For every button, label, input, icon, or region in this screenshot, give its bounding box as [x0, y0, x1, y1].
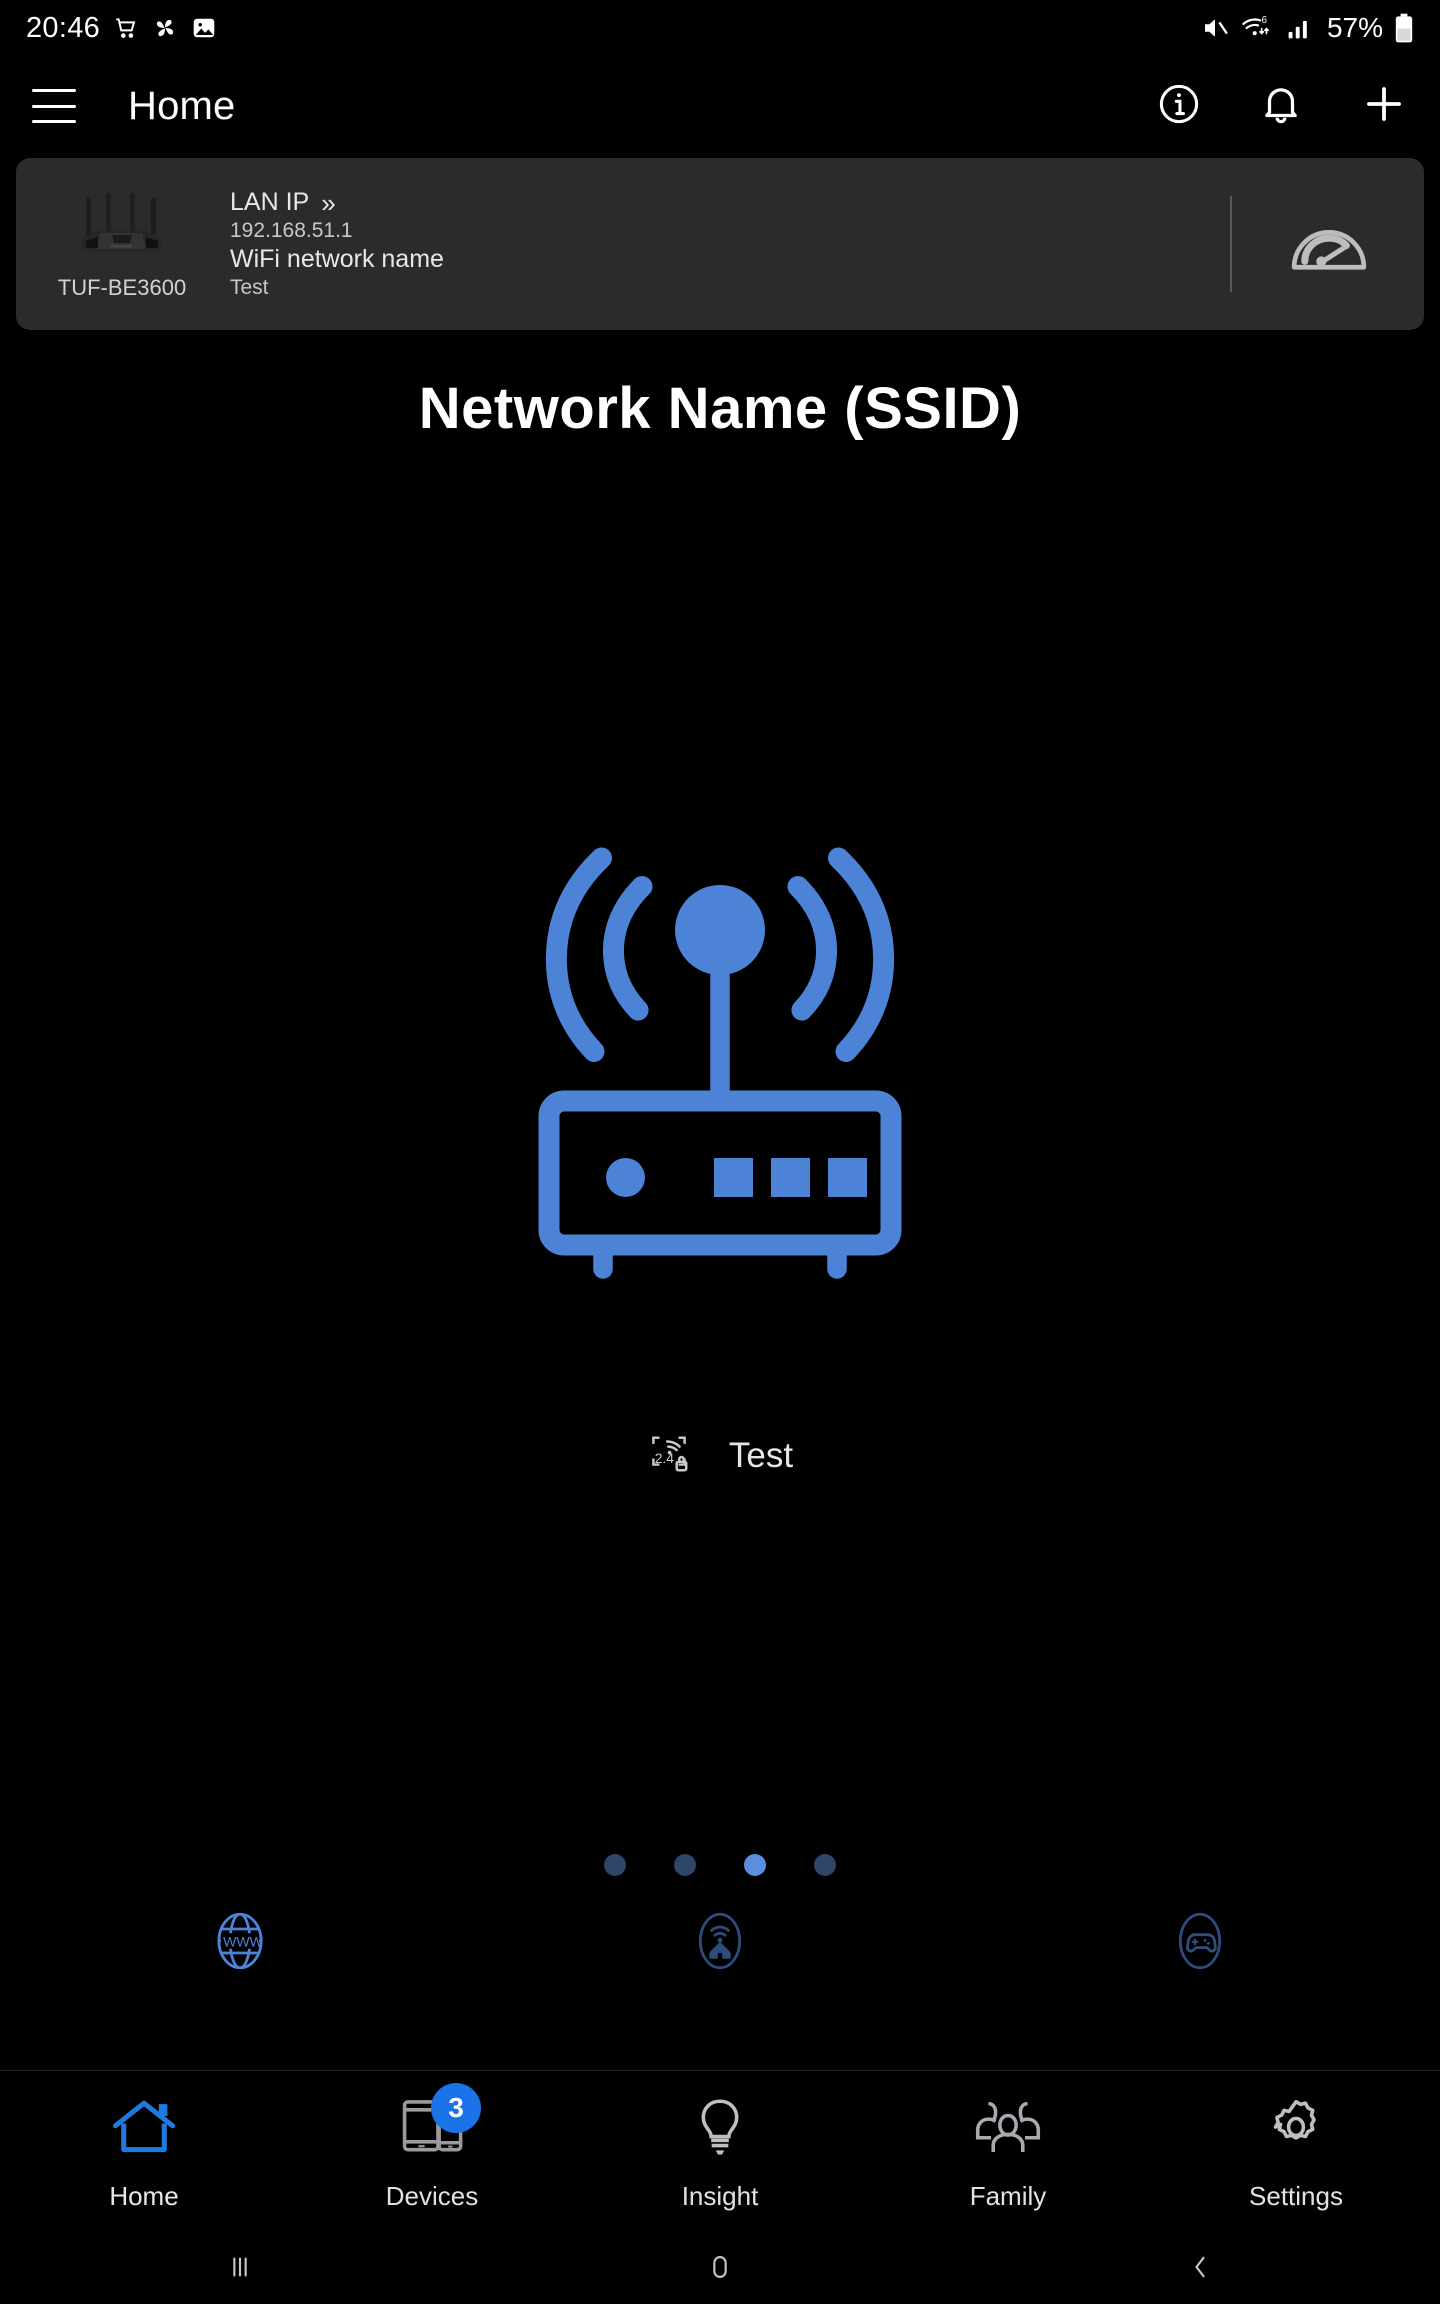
page-dot[interactable]: [814, 1854, 836, 1876]
shortcut-row: WWW: [0, 1910, 1440, 1972]
home-icon: [101, 2089, 187, 2165]
devices-badge: 3: [431, 2083, 481, 2133]
ssid-name-label: Test: [728, 1435, 794, 1475]
hamburger-menu-icon[interactable]: [32, 89, 76, 123]
nav-item-home[interactable]: Home: [0, 2089, 288, 2212]
lan-ip-label: LAN IP: [230, 188, 310, 216]
app-bar-actions: [1156, 80, 1408, 133]
router-thumbnail: TUF-BE3600: [32, 187, 212, 301]
nav-label-settings: Settings: [1249, 2181, 1343, 2211]
wifi-network-name-value: Test: [230, 276, 269, 299]
speedometer-icon[interactable]: [1286, 213, 1372, 275]
status-bar-right: 6 57%: [1200, 12, 1414, 44]
wifi-6-icon: 6: [1241, 13, 1275, 43]
photo-icon: [191, 15, 217, 41]
nav-item-settings[interactable]: Settings: [1152, 2089, 1440, 2212]
band-badge-icon: 2.4: [647, 1430, 691, 1481]
nav-label-insight: Insight: [681, 2181, 759, 2211]
battery-icon: [1394, 13, 1414, 43]
status-bar: 20:46 6 57%: [0, 0, 1440, 56]
nav-label-family: Family: [969, 2181, 1047, 2211]
system-home-icon[interactable]: [480, 2250, 960, 2284]
wifi-router-icon: [510, 830, 930, 1330]
nav-label-home: Home: [109, 2181, 179, 2211]
svg-text:2.4: 2.4: [655, 1450, 675, 1466]
nav-item-devices[interactable]: 3 Devices: [288, 2083, 576, 2212]
svg-text:WWW: WWW: [223, 1934, 264, 1950]
card-right-section: [1230, 158, 1424, 330]
recents-icon[interactable]: [0, 2250, 480, 2284]
nav-item-family[interactable]: Family: [864, 2089, 1152, 2212]
system-navigation-bar: [0, 2230, 1440, 2304]
lightbulb-icon: [677, 2089, 763, 2165]
gear-icon: [1253, 2089, 1339, 2165]
page-title: Home: [128, 83, 236, 128]
page-dot-active[interactable]: [744, 1854, 766, 1876]
card-divider: [1230, 196, 1232, 292]
lan-ip-row[interactable]: LAN IP »: [230, 188, 444, 217]
chevron-double-right-icon: »: [321, 187, 336, 218]
add-icon[interactable]: [1360, 80, 1408, 133]
status-bar-clock: 20:46: [26, 11, 101, 44]
home-wifi-icon[interactable]: [480, 1910, 960, 1972]
app-screen: 20:46 6 57% Home TUF-BE3600 LAN IP » 192…: [0, 0, 1440, 2304]
nav-item-insight[interactable]: Insight: [576, 2089, 864, 2212]
page-dot[interactable]: [604, 1854, 626, 1876]
status-bar-left: 20:46: [26, 12, 217, 45]
router-summary-card[interactable]: TUF-BE3600 LAN IP » 192.168.51.1 WiFi ne…: [16, 158, 1424, 330]
shopping-cart-icon: [113, 15, 139, 41]
battery-percent-label: 57%: [1326, 12, 1383, 43]
wifi-network-name-label: WiFi network name: [230, 245, 444, 273]
router-model-label: TUF-BE3600: [57, 275, 187, 300]
app-bar: Home: [0, 56, 1440, 156]
back-icon[interactable]: [960, 2250, 1440, 2284]
notification-bell-icon[interactable]: [1258, 81, 1304, 132]
mute-icon: [1200, 13, 1230, 43]
nav-label-devices: Devices: [385, 2181, 479, 2211]
cellular-signal-icon: [1286, 15, 1312, 41]
devices-icon: 3: [389, 2083, 481, 2165]
router-device-image: [82, 193, 162, 251]
lan-ip-value: 192.168.51.1: [230, 219, 353, 242]
pinwheel-icon: [152, 15, 178, 41]
ssid-row: 2.4 Test: [0, 1430, 1440, 1481]
router-info: LAN IP » 192.168.51.1 WiFi network name …: [230, 188, 444, 300]
internet-globe-icon[interactable]: WWW: [0, 1910, 480, 1972]
bottom-navigation: Home 3 Devices Insight Family Settings: [0, 2070, 1440, 2230]
info-icon[interactable]: [1156, 81, 1202, 132]
ssid-page-title: Network Name (SSID): [418, 376, 1022, 441]
game-controller-icon[interactable]: [960, 1910, 1440, 1972]
page-dot[interactable]: [674, 1854, 696, 1876]
people-icon: [965, 2089, 1051, 2165]
svg-text:6: 6: [1262, 15, 1267, 26]
page-indicator: [0, 1854, 1440, 1876]
